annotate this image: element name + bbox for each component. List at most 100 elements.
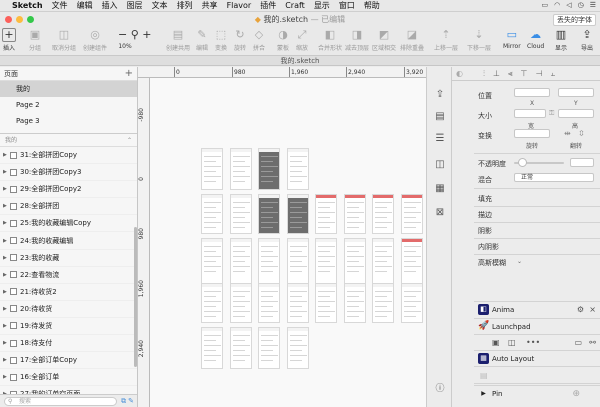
mirror-button[interactable]: ▭ Mirror bbox=[503, 28, 521, 50]
align-left-icon[interactable]: ⫶ bbox=[483, 69, 485, 79]
more-icon[interactable]: ••• bbox=[526, 338, 540, 347]
design-canvas[interactable] bbox=[150, 78, 426, 407]
pin-row[interactable]: ▶ Pin ⊕ bbox=[474, 385, 600, 401]
symbols-icon[interactable]: ◫ bbox=[433, 159, 447, 171]
disclosure-triangle-icon[interactable]: ▶ bbox=[3, 340, 10, 346]
flatten-button[interactable]: ◇ 拼合 bbox=[252, 28, 266, 52]
horizontal-ruler[interactable]: 0 980 1,960 2,940 3,920 bbox=[138, 67, 426, 78]
menu-view[interactable]: 显示 bbox=[314, 0, 330, 11]
export-html-icon[interactable]: ◫ bbox=[508, 338, 516, 347]
zoom-control[interactable]: − ⚲ + 10% bbox=[118, 28, 151, 50]
wifi-icon[interactable]: ◠ bbox=[554, 1, 560, 9]
disclosure-triangle-icon[interactable]: ▶ bbox=[3, 220, 10, 226]
width-input[interactable] bbox=[514, 109, 546, 118]
union-button[interactable]: ◧ 合并形状 bbox=[318, 28, 342, 52]
disclosure-triangle-icon[interactable]: ▶ bbox=[3, 374, 10, 380]
artboard-thumbnail[interactable] bbox=[343, 283, 366, 323]
battery-icon[interactable]: ▭ bbox=[541, 1, 548, 9]
link-icon[interactable]: ⚯ bbox=[589, 338, 596, 347]
menu-flavor[interactable]: Flavor bbox=[227, 1, 252, 10]
rotate-button[interactable]: ↻ 旋转 bbox=[233, 28, 247, 52]
device-icon[interactable]: ▭ bbox=[574, 338, 582, 347]
opacity-input[interactable] bbox=[570, 158, 594, 167]
rotate-input[interactable] bbox=[514, 129, 550, 138]
x-input[interactable] bbox=[514, 88, 550, 97]
auto-layout-row[interactable]: ▦ Auto Layout bbox=[474, 350, 600, 366]
artboard-thumbnail[interactable] bbox=[201, 194, 223, 234]
export-button[interactable]: ⇪ 导出 bbox=[580, 28, 594, 52]
scale-button[interactable]: ⤢ 缩放 bbox=[295, 28, 309, 52]
notification-icon[interactable]: ☰ bbox=[590, 1, 596, 9]
blend-mode-select[interactable]: 正常 bbox=[514, 173, 594, 182]
flip-horizontal-icon[interactable]: ⇹ bbox=[564, 129, 571, 138]
layer-list-scrollbar[interactable] bbox=[134, 227, 137, 367]
menu-layer[interactable]: 图层 bbox=[127, 0, 143, 11]
settings-icon[interactable]: ⚙ bbox=[577, 305, 584, 314]
vertical-ruler[interactable]: -980 0 980 1,960 2,940 bbox=[138, 78, 150, 407]
borders-label[interactable]: 描边 bbox=[478, 210, 492, 220]
add-page-icon[interactable]: + bbox=[125, 68, 133, 79]
image-icon[interactable]: ⊠ bbox=[433, 207, 447, 219]
artboard-thumbnail[interactable] bbox=[201, 148, 223, 190]
grid-icon[interactable]: ▦ bbox=[433, 183, 447, 195]
menu-edit[interactable]: 编辑 bbox=[77, 0, 93, 11]
layer-row[interactable]: ▶ 23:我的收藏 bbox=[0, 250, 137, 267]
layer-row[interactable]: ▶ 21:待收货2 bbox=[0, 284, 137, 301]
layer-row[interactable]: ▶ 20:待收货 bbox=[0, 301, 137, 318]
subtract-button[interactable]: ◨ 减去顶层 bbox=[345, 28, 369, 52]
preview-icon[interactable]: ▣ bbox=[492, 338, 500, 347]
create-shared-style-button[interactable]: ▤ 创建共用 bbox=[166, 28, 190, 52]
layer-row[interactable]: ▶ 22:查看物流 bbox=[0, 267, 137, 284]
artboard-thumbnail[interactable] bbox=[343, 194, 366, 234]
artboard-thumbnail[interactable] bbox=[201, 283, 223, 323]
volume-icon[interactable]: ◁ bbox=[566, 1, 571, 9]
bring-forward-button[interactable]: ⇡ 上移一层 bbox=[434, 28, 458, 52]
align-middle-icon[interactable]: ⊣ bbox=[535, 69, 542, 78]
fills-label[interactable]: 填充 bbox=[478, 194, 492, 204]
share-icon[interactable]: ⇪ bbox=[433, 89, 447, 101]
menu-text[interactable]: 文本 bbox=[152, 0, 168, 11]
view-button[interactable]: ▥ 显示 bbox=[554, 28, 568, 52]
page-item[interactable]: Page 2 bbox=[0, 97, 137, 113]
missing-fonts-button[interactable]: 丢失的字体 bbox=[553, 14, 596, 26]
artboard-thumbnail[interactable] bbox=[286, 148, 309, 190]
disclosure-triangle-icon[interactable]: ▶ bbox=[3, 289, 10, 295]
menu-arrange[interactable]: 排列 bbox=[177, 0, 193, 11]
disclosure-triangle-icon[interactable]: ▶ bbox=[3, 272, 10, 278]
disclosure-triangle-icon[interactable]: ▶ bbox=[3, 186, 10, 192]
artboard-thumbnail[interactable] bbox=[286, 283, 309, 323]
chevron-up-icon[interactable]: ⌃ bbox=[127, 134, 132, 148]
artboard-thumbnail[interactable] bbox=[372, 194, 394, 234]
info-icon[interactable]: ⓘ bbox=[433, 383, 447, 395]
chevron-down-icon[interactable]: ⌄ bbox=[517, 258, 522, 265]
close-icon[interactable]: × bbox=[589, 305, 596, 314]
menu-file[interactable]: 文件 bbox=[52, 0, 68, 11]
layer-row[interactable]: ▶ 30:全部拼团Copy3 bbox=[0, 164, 137, 182]
y-input[interactable] bbox=[558, 88, 594, 97]
insert-button[interactable]: + 插入 bbox=[2, 28, 16, 52]
disclosure-triangle-icon[interactable]: ▶ bbox=[3, 152, 10, 158]
transform-button[interactable]: ⬚ 变换 bbox=[214, 28, 228, 52]
menu-craft[interactable]: Craft bbox=[285, 1, 305, 10]
shadows-label[interactable]: 阴影 bbox=[478, 226, 492, 236]
height-input[interactable] bbox=[558, 109, 594, 118]
menu-sketch[interactable]: Sketch bbox=[12, 1, 43, 10]
menu-insert[interactable]: 插入 bbox=[102, 0, 118, 11]
artboard-thumbnail[interactable] bbox=[258, 327, 280, 369]
layer-row[interactable]: ▶ 31:全部拼团Copy bbox=[0, 147, 137, 165]
artboard-thumbnail[interactable] bbox=[315, 283, 337, 323]
artboard-thumbnail[interactable] bbox=[400, 283, 423, 323]
artboard-thumbnail[interactable] bbox=[315, 194, 337, 234]
lock-ratio-icon[interactable]: ⚿ bbox=[549, 109, 554, 118]
send-backward-button[interactable]: ⇣ 下移一层 bbox=[467, 28, 491, 52]
layer-row[interactable]: ▶ 24:我的收藏编辑 bbox=[0, 232, 137, 250]
layer-row[interactable]: ▶ 17:全部订单Copy bbox=[0, 352, 137, 370]
layer-row[interactable]: ▶ 28:全部拼团 bbox=[0, 198, 137, 216]
launchpad-row[interactable]: 🚀 Launchpad bbox=[474, 318, 600, 334]
artboard-thumbnail[interactable] bbox=[400, 194, 423, 234]
layer-row[interactable]: ▶ 19:待发货 bbox=[0, 318, 137, 336]
group-button[interactable]: ▣ 分组 bbox=[28, 28, 42, 52]
opacity-slider-handle[interactable] bbox=[518, 158, 527, 167]
pin-diagram-icon[interactable]: ⊕ bbox=[572, 389, 580, 399]
layer-row[interactable]: ▶ 16:全部订单 bbox=[0, 369, 137, 387]
